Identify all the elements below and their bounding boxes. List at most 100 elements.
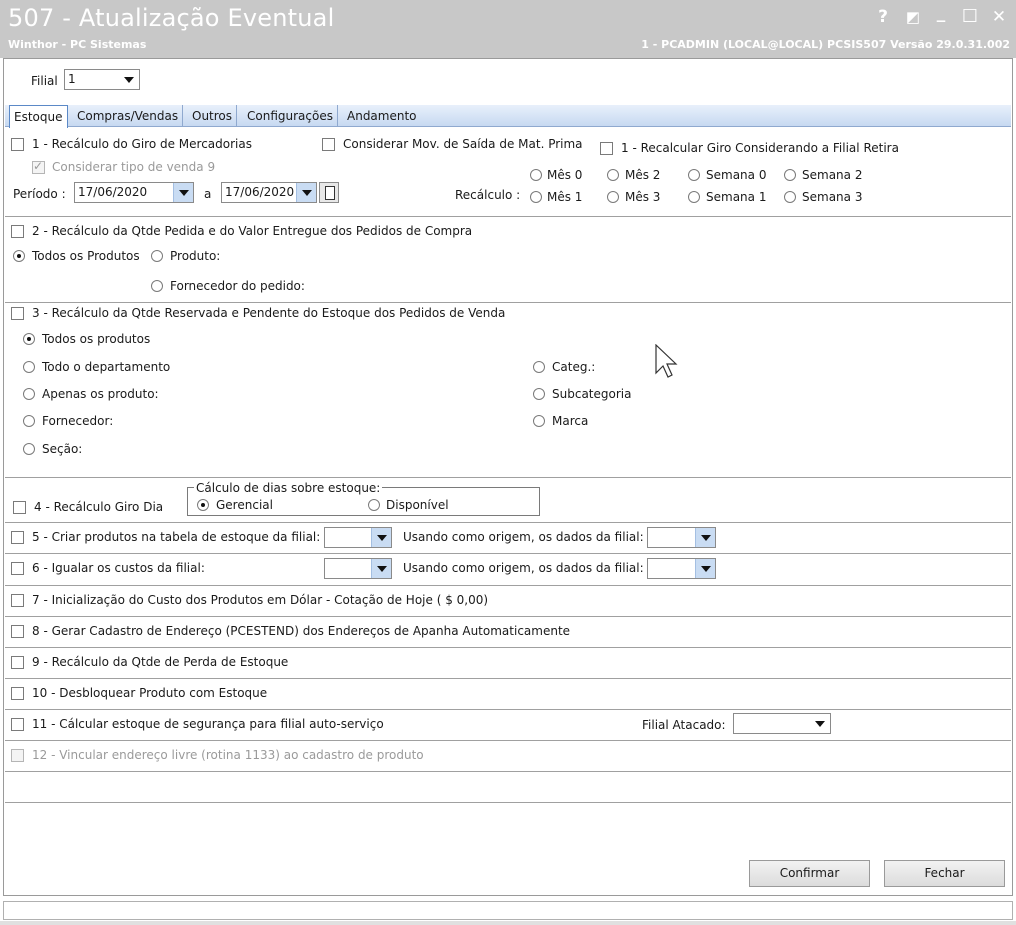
radio-gerencial[interactable] xyxy=(197,499,209,511)
bottom-strip xyxy=(0,921,1016,925)
status-bar xyxy=(3,901,1013,920)
radio-categ[interactable] xyxy=(533,361,545,373)
date-to-field[interactable]: 17/06/2020 xyxy=(221,182,317,203)
radio-mes-1[interactable] xyxy=(530,191,542,203)
chevron-down-icon[interactable] xyxy=(695,559,715,578)
radio-produto[interactable] xyxy=(151,250,163,262)
radio-apenas-produto[interactable] xyxy=(23,388,35,400)
filial-atacado-label: Filial Atacado: xyxy=(642,718,726,732)
sec5-checkbox[interactable] xyxy=(11,531,24,544)
considerar-tipo-venda-checkbox[interactable] xyxy=(32,159,45,174)
sec3-title: 3 - Recálculo da Qtde Reservada e Penden… xyxy=(32,306,506,320)
sec4-checkbox[interactable] xyxy=(13,501,26,514)
close-icon[interactable]: ✕ xyxy=(988,6,1010,28)
date-from-value: 17/06/2020 xyxy=(78,185,148,199)
section-divider xyxy=(5,802,1011,803)
chevron-down-icon[interactable] xyxy=(173,183,193,202)
section-divider xyxy=(5,477,1011,478)
radio-semana-3[interactable] xyxy=(784,191,796,203)
mouse-cursor-icon xyxy=(655,344,678,378)
sec6-origem-select[interactable] xyxy=(647,558,716,579)
window-title: 507 - Atualização Eventual xyxy=(8,4,335,32)
section-divider xyxy=(5,740,1011,741)
semana-0-label: Semana 0 xyxy=(706,168,767,182)
sec5-origem-select[interactable] xyxy=(647,527,716,548)
secao-label: Seção: xyxy=(42,442,83,456)
filial-value: 1 xyxy=(68,72,76,86)
sec5-filial-select[interactable] xyxy=(324,527,392,548)
tab-andamento[interactable]: Andamento xyxy=(343,105,421,127)
radio-disponivel[interactable] xyxy=(368,499,380,511)
sec11-checkbox[interactable] xyxy=(11,718,24,731)
maximize-icon[interactable]: ☐ xyxy=(959,6,981,28)
radio-secao[interactable] xyxy=(23,443,35,455)
chevron-down-icon[interactable] xyxy=(371,528,391,547)
considerar-mov-checkbox[interactable] xyxy=(322,138,335,151)
calendar-icon[interactable] xyxy=(319,182,339,203)
radio-fornecedor-pedido[interactable] xyxy=(151,280,163,292)
confirm-button[interactable]: Confirmar xyxy=(749,860,870,887)
radio-semana-0[interactable] xyxy=(688,169,700,181)
help-icon[interactable]: ? xyxy=(872,6,894,28)
semana-2-label: Semana 2 xyxy=(802,168,863,182)
tab-outros[interactable]: Outros xyxy=(188,105,238,127)
radio-todos-produtos[interactable] xyxy=(13,250,25,262)
produto-label: Produto: xyxy=(170,249,221,263)
mes-0-label: Mês 0 xyxy=(547,168,583,182)
sec6-filial-select[interactable] xyxy=(324,558,392,579)
mes-3-label: Mês 3 xyxy=(625,190,661,204)
tab-configuracoes[interactable]: Configurações xyxy=(243,105,338,127)
radio-marca[interactable] xyxy=(533,415,545,427)
radio-mes-0[interactable] xyxy=(530,169,542,181)
date-from-field[interactable]: 17/06/2020 xyxy=(74,182,194,203)
restore-icon[interactable]: ◩ xyxy=(902,6,924,28)
fornecedor-label: Fornecedor: xyxy=(42,414,114,428)
radio-todos-os-produtos[interactable] xyxy=(23,333,35,345)
semana-3-label: Semana 3 xyxy=(802,190,863,204)
filial-select[interactable]: 1 xyxy=(64,69,140,90)
sec12-title: 12 - Vincular endereço livre (rotina 113… xyxy=(32,748,424,762)
apenas-produto-label: Apenas os produto: xyxy=(42,387,159,401)
sec9-checkbox[interactable] xyxy=(11,656,24,669)
radio-departamento[interactable] xyxy=(23,361,35,373)
section-divider xyxy=(5,616,1011,617)
chevron-down-icon[interactable] xyxy=(371,559,391,578)
radio-mes-3[interactable] xyxy=(607,191,619,203)
sec8-checkbox[interactable] xyxy=(11,625,24,638)
sec2-title: 2 - Recálculo da Qtde Pedida e do Valor … xyxy=(32,224,473,238)
considerar-mov-label: Considerar Mov. de Saída de Mat. Prima xyxy=(343,137,583,151)
sec7-checkbox[interactable] xyxy=(11,594,24,607)
sec4-title: 4 - Recálculo Giro Dia xyxy=(34,500,164,514)
radio-mes-2[interactable] xyxy=(607,169,619,181)
sec10-checkbox[interactable] xyxy=(11,687,24,700)
categ-label: Categ.: xyxy=(552,360,596,374)
tab-compras-vendas[interactable]: Compras/Vendas xyxy=(73,105,184,127)
radio-subcategoria[interactable] xyxy=(533,388,545,400)
window-subtitle: Winthor - PC Sistemas xyxy=(8,38,147,51)
mes-2-label: Mês 2 xyxy=(625,168,661,182)
sec2-checkbox[interactable] xyxy=(11,225,24,238)
sec9-title: 9 - Recálculo da Qtde de Perda de Estoqu… xyxy=(32,655,289,669)
close-button[interactable]: Fechar xyxy=(884,860,1005,887)
sec12-checkbox[interactable] xyxy=(11,749,24,762)
tab-estoque[interactable]: Estoque xyxy=(9,105,68,128)
sec10-title: 10 - Desbloquear Produto com Estoque xyxy=(32,686,268,700)
sec6-checkbox[interactable] xyxy=(11,562,24,575)
chevron-down-icon[interactable] xyxy=(119,70,139,89)
recalc-filial-retira-checkbox[interactable] xyxy=(600,142,613,155)
filial-atacado-select[interactable] xyxy=(733,713,831,734)
recalc-giro-checkbox[interactable] xyxy=(11,138,24,151)
minimize-icon[interactable]: _ xyxy=(930,2,952,24)
periodo-label: Período : xyxy=(13,187,66,201)
mes-1-label: Mês 1 xyxy=(547,190,583,204)
departamento-label: Todo o departamento xyxy=(42,360,171,374)
sec3-checkbox[interactable] xyxy=(11,307,24,320)
radio-fornecedor[interactable] xyxy=(23,415,35,427)
chevron-down-icon[interactable] xyxy=(695,528,715,547)
a-label: a xyxy=(204,187,212,201)
radio-semana-2[interactable] xyxy=(784,169,796,181)
chevron-down-icon[interactable] xyxy=(810,714,830,733)
chevron-down-icon[interactable] xyxy=(296,183,316,202)
radio-semana-1[interactable] xyxy=(688,191,700,203)
sec11-title: 11 - Cálcular estoque de segurança para … xyxy=(32,717,384,731)
